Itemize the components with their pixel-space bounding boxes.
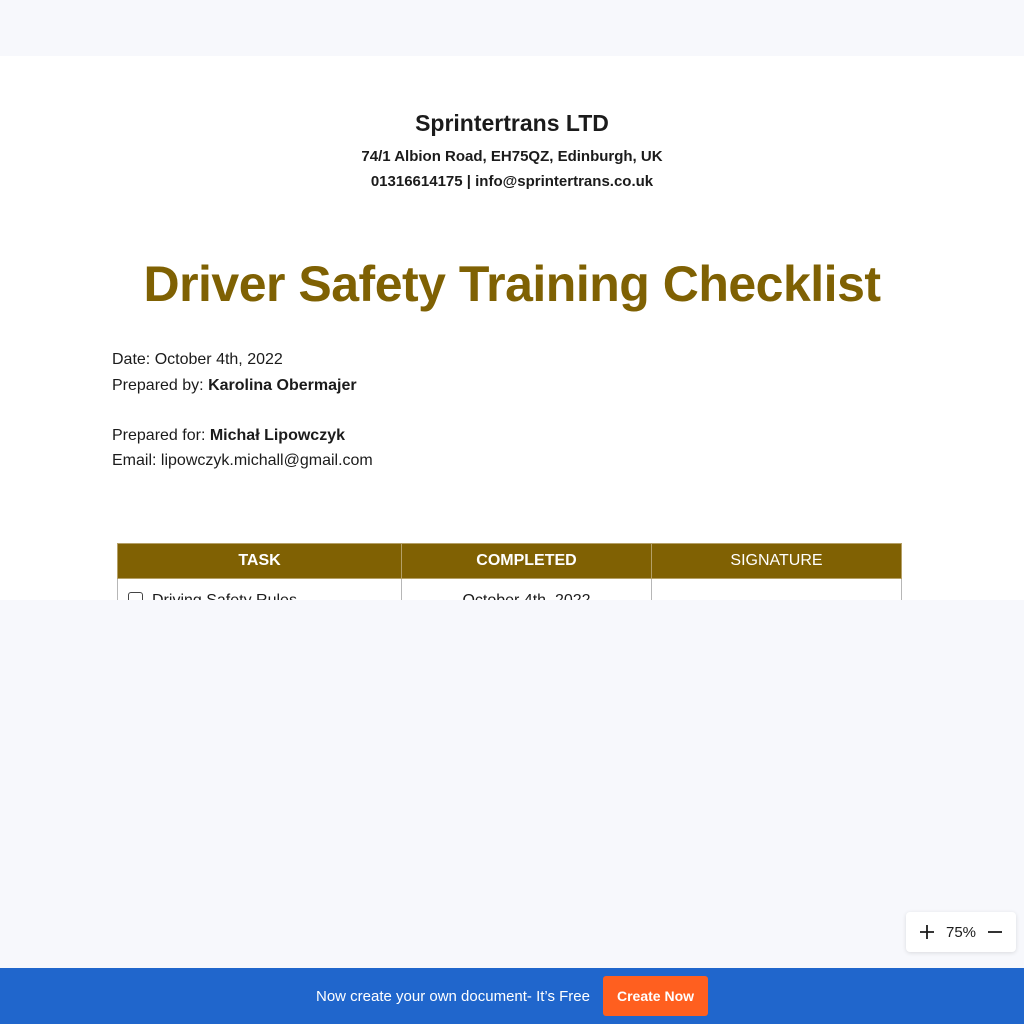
promo-bar: Now create your own document- It’s Free …: [0, 968, 1024, 1024]
zoom-in-button[interactable]: [916, 921, 938, 943]
email-label: Email:: [112, 452, 157, 469]
checklist-table: TASK COMPLETED SIGNATURE Driving Safety …: [117, 543, 902, 600]
table-header-row: TASK COMPLETED SIGNATURE: [117, 543, 902, 579]
cell-task: Driving Safety Rules: [117, 578, 402, 600]
company-contact: 01316614175 | info@sprintertrans.co.uk: [370, 173, 654, 190]
company-name: Sprintertrans LTD: [415, 110, 609, 136]
task-label: Driving Safety Rules: [152, 592, 297, 600]
meta-date: Date: October 4th, 2022: [112, 351, 283, 369]
document-title: Driver Safety Training Checklist: [143, 256, 881, 312]
prepared-for-value: Michał Lipowczyk: [209, 427, 345, 444]
prepared-for-label: Prepared for:: [112, 427, 206, 444]
company-address: 74/1 Albion Road, EH75QZ, Edinburgh, UK: [361, 148, 663, 165]
create-now-button[interactable]: Create Now: [603, 976, 708, 1016]
meta-prepared-by: Prepared by: Karolina Obermajer: [112, 377, 357, 395]
promo-text: Now create your own document- It’s Free: [315, 987, 590, 1005]
zoom-level: 75%: [945, 923, 977, 941]
meta-prepared-for: Prepared for: Michał Lipowczyk: [112, 427, 345, 445]
header-task: TASK: [117, 543, 402, 579]
minus-icon: [988, 931, 1002, 933]
task-checkbox[interactable]: [128, 592, 143, 600]
email-value: lipowczyk.michall@gmail.com: [160, 452, 373, 469]
prepared-by-label: Prepared by:: [112, 377, 204, 394]
date-value: October 4th, 2022: [154, 351, 283, 368]
document-page: Sprintertrans LTD 74/1 Albion Road, EH75…: [0, 56, 1024, 600]
header-signature: SIGNATURE: [651, 543, 902, 579]
meta-email: Email: lipowczyk.michall@gmail.com: [112, 452, 373, 470]
zoom-control: 75%: [906, 912, 1016, 952]
cell-completed: October 4th, 2022: [401, 578, 652, 600]
plus-icon: [920, 925, 934, 939]
prepared-by-value: Karolina Obermajer: [208, 377, 357, 394]
cell-signature: [651, 578, 902, 600]
header-completed: COMPLETED: [401, 543, 652, 579]
date-label: Date:: [112, 351, 151, 368]
table-row: Driving Safety Rules October 4th, 2022: [117, 578, 902, 600]
zoom-out-button[interactable]: [984, 921, 1006, 943]
